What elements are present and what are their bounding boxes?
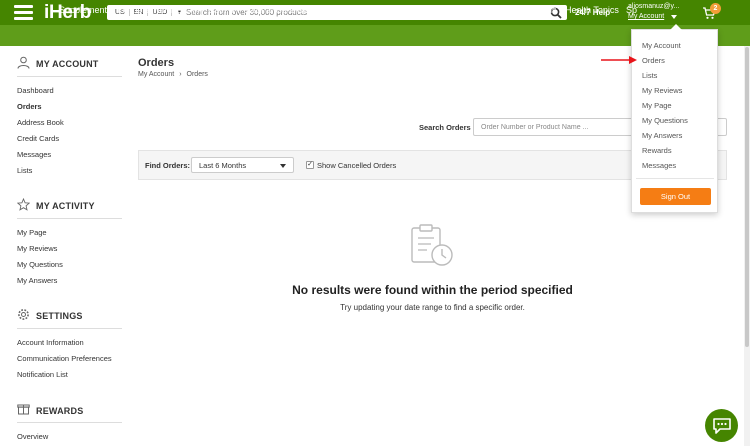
sign-out-button[interactable]: Sign Out	[640, 188, 711, 205]
chevron-down-icon[interactable]	[671, 15, 677, 19]
dropdown-item-my-account[interactable]: My Account	[642, 41, 681, 50]
sidebar-item-my-reviews[interactable]: My Reviews	[17, 244, 57, 253]
section-divider	[17, 328, 122, 329]
settings-heading: SETTINGS	[36, 311, 83, 321]
dropdown-item-my-questions[interactable]: My Questions	[642, 116, 688, 125]
chat-button[interactable]	[705, 409, 738, 442]
dropdown-item-my-answers[interactable]: My Answers	[642, 131, 682, 140]
dropdown-item-rewards[interactable]: Rewards	[642, 146, 672, 155]
find-orders-label: Find Orders:	[145, 161, 191, 170]
period-select[interactable]: Last 6 Months	[191, 157, 294, 173]
search-orders-label: Search Orders	[419, 123, 471, 132]
period-select-value: Last 6 Months	[199, 160, 247, 170]
dropdown-item-my-reviews[interactable]: My Reviews	[642, 86, 682, 95]
sidebar-item-my-page[interactable]: My Page	[17, 228, 47, 237]
breadcrumb-my-account[interactable]: My Account	[138, 71, 174, 78]
nav-sports[interactable]: Sports	[334, 5, 360, 15]
dropdown-item-my-page[interactable]: My Page	[642, 101, 672, 110]
chat-bubble-icon	[712, 417, 731, 434]
nav-baby-kids[interactable]: Baby & Kids	[411, 5, 460, 15]
sidebar-item-my-answers[interactable]: My Answers	[17, 276, 57, 285]
sidebar-item-lists[interactable]: Lists	[17, 166, 32, 175]
my-activity-heading: MY ACTIVITY	[36, 201, 95, 211]
dropdown-item-messages[interactable]: Messages	[642, 161, 676, 170]
breadcrumb: My Account › Orders	[138, 71, 208, 78]
dropdown-item-orders[interactable]: Orders	[642, 56, 665, 65]
sidebar-item-overview[interactable]: Overview	[17, 432, 48, 441]
sidebar-item-notification-list[interactable]: Notification List	[17, 370, 68, 379]
show-cancelled-checkbox[interactable]: ✓	[306, 161, 314, 169]
dropdown-pointer	[670, 24, 682, 30]
hamburger-menu-icon[interactable]	[14, 5, 33, 20]
show-cancelled-label: Show Cancelled Orders	[317, 161, 397, 170]
sidebar-item-dashboard[interactable]: Dashboard	[17, 86, 54, 95]
sidebar-item-communication-preferences[interactable]: Communication Preferences	[17, 354, 112, 363]
nav-supplements[interactable]: Supplements	[59, 5, 112, 15]
nav-beauty[interactable]: Beauty	[297, 5, 325, 15]
section-divider	[17, 76, 122, 77]
sidebar-item-address-book[interactable]: Address Book	[17, 118, 64, 127]
gift-icon	[17, 404, 30, 415]
nav-bath-personal-care[interactable]: Bath & Personal Care	[208, 5, 295, 15]
chevron-down-icon	[280, 164, 286, 168]
gear-icon	[18, 309, 29, 320]
star-icon	[17, 198, 30, 211]
cart-count-badge: 2	[710, 3, 721, 14]
my-account-heading: MY ACCOUNT	[36, 59, 99, 69]
nav-grocery[interactable]: Grocery	[370, 5, 402, 15]
rewards-heading: REWARDS	[36, 406, 84, 416]
nav-herbs-homeopathy[interactable]: Herbs & Homeopathy	[118, 5, 204, 15]
page-title: Orders	[138, 57, 175, 69]
nav-brands[interactable]: Brands	[528, 5, 557, 15]
user-icon	[17, 56, 30, 69]
section-divider	[17, 422, 122, 423]
sidebar-item-orders[interactable]: Orders	[17, 102, 42, 111]
nav-pets[interactable]: Pets	[466, 5, 484, 15]
nav-health-topics[interactable]: Health Topics	[565, 5, 619, 15]
sidebar-item-credit-cards[interactable]: Credit Cards	[17, 134, 59, 143]
chevron-right-icon: ›	[179, 71, 182, 78]
scrollbar-thumb[interactable]	[745, 47, 749, 347]
nav-specials[interactable]: Sp	[626, 5, 637, 15]
sidebar-item-my-questions[interactable]: My Questions	[17, 260, 63, 269]
dropdown-divider	[636, 178, 714, 179]
empty-state-title: No results were found within the period …	[292, 283, 573, 297]
nav-home[interactable]: Home	[494, 5, 518, 15]
dropdown-item-lists[interactable]: Lists	[642, 71, 657, 80]
empty-state-subtitle: Try updating your date range to find a s…	[340, 303, 525, 312]
annotation-arrow-icon	[601, 56, 637, 64]
section-divider	[17, 218, 122, 219]
clipboard-clock-icon	[411, 224, 453, 266]
sidebar-item-account-information[interactable]: Account Information	[17, 338, 84, 347]
sidebar-item-messages[interactable]: Messages	[17, 150, 51, 159]
breadcrumb-orders: Orders	[186, 71, 208, 78]
